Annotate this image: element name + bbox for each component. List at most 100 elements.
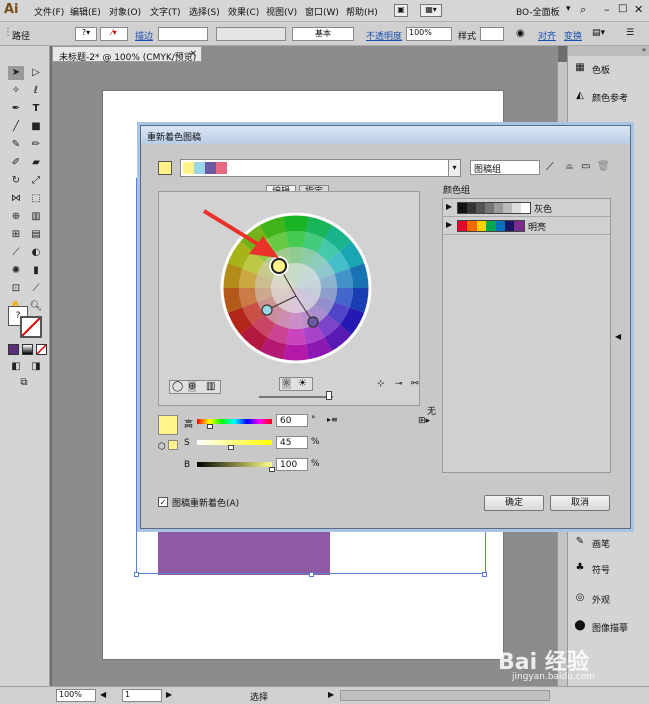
draw-behind-icon[interactable]: ◨ xyxy=(28,360,44,374)
wheel-segment[interactable] xyxy=(286,328,306,345)
brightness-input[interactable]: 100 xyxy=(276,458,308,471)
remove-color-tool-icon[interactable]: ⊸ xyxy=(395,379,403,389)
recolor-artwork-icon[interactable]: ◉ xyxy=(516,28,525,39)
group-color-swatch[interactable] xyxy=(494,203,503,213)
menu-select[interactable]: 选择(S) xyxy=(189,5,220,18)
color-model-icon[interactable]: ⬡ xyxy=(158,442,166,452)
brightness-slider-thumb[interactable] xyxy=(326,391,332,400)
panel-color-guide[interactable]: ◭ 颜色参考 xyxy=(568,86,649,106)
group-color-swatch[interactable] xyxy=(467,221,477,231)
add-color-tool-icon[interactable]: ⊹ xyxy=(377,379,385,389)
selection-handle[interactable] xyxy=(134,572,139,577)
menu-effect[interactable]: 效果(C) xyxy=(228,5,259,18)
status-menu-icon[interactable]: ▶ xyxy=(328,690,334,699)
saturation-input[interactable]: 45 xyxy=(276,436,308,449)
free-transform-tool-icon[interactable]: ⬚ xyxy=(28,192,44,206)
style-select[interactable] xyxy=(480,27,504,41)
arrange-icon[interactable]: ▤▾ xyxy=(592,28,605,38)
gradient-mode-icon[interactable] xyxy=(22,344,33,355)
disclosure-triangle-icon[interactable]: ▶ xyxy=(446,202,452,211)
panel-brushes[interactable]: ✎ 画笔 xyxy=(568,532,649,552)
hsb-menu-icon[interactable]: ▸≡ xyxy=(327,415,338,424)
arrange-docs-icon[interactable]: ▦▾ xyxy=(420,4,442,17)
shape-builder-tool-icon[interactable]: ⊕ xyxy=(8,210,24,224)
chevron-down-icon[interactable]: ▾ xyxy=(448,160,460,176)
saturation-slider-track[interactable] xyxy=(197,440,272,445)
pen-tool-icon[interactable]: ✒ xyxy=(8,102,24,116)
ok-button[interactable]: 确定 xyxy=(484,495,544,511)
color-group-row-bright[interactable]: ▶ 明亮 xyxy=(443,217,610,235)
artboard-tool-icon[interactable]: ⊡ xyxy=(8,282,24,296)
draw-normal-icon[interactable]: ◧ xyxy=(8,360,24,374)
harmony-color-handle[interactable] xyxy=(261,304,273,316)
close-tab-icon[interactable]: × xyxy=(189,49,197,59)
fill-selector[interactable]: ?▾ xyxy=(75,27,97,41)
search-icon[interactable]: ⌕ xyxy=(580,3,586,17)
groups-collapse-arrow-icon[interactable]: ◀ xyxy=(615,332,621,341)
hue-input[interactable]: 60 xyxy=(276,414,308,427)
scale-tool-icon[interactable]: ⤢ xyxy=(28,174,44,188)
stroke-selector[interactable]: ⁄▾ xyxy=(100,27,128,41)
stroke-label[interactable]: 描边 xyxy=(135,29,153,42)
group-color-swatch[interactable] xyxy=(458,221,468,231)
harmony-color-handle[interactable] xyxy=(307,316,319,328)
menu-view[interactable]: 视图(V) xyxy=(266,5,297,18)
stroke-swatch[interactable] xyxy=(20,316,42,338)
brush-preset-select[interactable]: 基本 xyxy=(292,27,354,41)
opacity-label[interactable]: 不透明度 xyxy=(366,29,402,42)
perspective-grid-tool-icon[interactable]: ▥ xyxy=(28,210,44,224)
align-label[interactable]: 对齐 xyxy=(538,29,556,42)
blob-brush-tool-icon[interactable]: ✐ xyxy=(8,156,24,170)
segmented-wheel-icon[interactable]: ⊛ xyxy=(188,381,197,392)
link-harmony-icon[interactable]: ⚯ xyxy=(411,379,419,389)
group-color-swatch[interactable] xyxy=(485,203,494,213)
smooth-wheel-icon[interactable]: ◯ xyxy=(172,381,183,392)
group-color-swatch[interactable] xyxy=(486,221,496,231)
column-graph-tool-icon[interactable]: ▮ xyxy=(28,264,44,278)
group-color-swatch[interactable] xyxy=(476,221,487,231)
hue-slider-thumb[interactable] xyxy=(206,424,213,429)
saturation-slider-thumb[interactable] xyxy=(227,445,234,450)
group-color-swatch[interactable] xyxy=(503,203,512,213)
cancel-button[interactable]: 取消 xyxy=(550,495,610,511)
strip-swatch-cyan[interactable] xyxy=(194,162,205,174)
harmony-name-field[interactable]: 图稿组 xyxy=(470,160,540,175)
panel-symbols[interactable]: ♣ 符号 xyxy=(568,558,649,578)
eyedropper-icon[interactable]: ⟋ xyxy=(546,160,554,174)
group-color-swatch[interactable] xyxy=(504,221,515,231)
chevron-down-icon[interactable]: ▾ xyxy=(566,4,571,14)
strip-swatch-pink[interactable] xyxy=(216,162,227,174)
group-color-swatch[interactable] xyxy=(514,221,524,231)
next-artboard-icon[interactable]: ▶ xyxy=(166,690,172,699)
menu-help[interactable]: 帮助(H) xyxy=(346,5,378,18)
artboard-select[interactable]: 1 xyxy=(122,689,162,702)
rectangle-tool-icon[interactable]: ■ xyxy=(28,120,44,134)
show-brightness-icon[interactable]: ☼ xyxy=(282,378,291,389)
group-color-swatch[interactable] xyxy=(521,203,530,213)
stroke-weight-input[interactable] xyxy=(158,27,208,41)
opacity-input[interactable]: 100% xyxy=(406,27,452,41)
selection-tool-icon[interactable]: ➤ xyxy=(8,66,24,80)
transform-label[interactable]: 变换 xyxy=(564,29,582,42)
panel-menu-icon[interactable]: ☰ xyxy=(626,28,634,38)
gradient-tool-icon[interactable]: ▤ xyxy=(28,228,44,242)
menu-window[interactable]: 窗口(W) xyxy=(305,5,339,18)
group-color-swatch[interactable] xyxy=(467,203,476,213)
close-icon[interactable]: ✕ xyxy=(634,3,643,16)
selection-handle[interactable] xyxy=(309,572,314,577)
strip-swatch-violet[interactable] xyxy=(205,162,216,174)
eyedropper-tool-icon[interactable]: ⟋ xyxy=(8,246,24,260)
workspace-switcher[interactable]: BO-全面板 xyxy=(516,5,560,18)
delete-icon[interactable]: 🗑︎ xyxy=(597,161,610,172)
slice-tool-icon[interactable]: ⟋ xyxy=(28,282,44,296)
type-tool-icon[interactable]: T xyxy=(28,102,44,116)
panel-appearance[interactable]: ◎ 外观 xyxy=(568,588,649,608)
none-mode-icon[interactable] xyxy=(36,344,47,355)
menu-file[interactable]: 文件(F) xyxy=(34,5,64,18)
direct-selection-tool-icon[interactable]: ▷ xyxy=(28,66,44,80)
screen-mode-icon[interactable]: ⧉ xyxy=(16,376,32,390)
eraser-tool-icon[interactable]: ▰ xyxy=(28,156,44,170)
small-color-swatch[interactable] xyxy=(168,440,178,450)
strip-swatch-yellow[interactable] xyxy=(183,162,194,174)
brightness-hsb-slider-thumb[interactable] xyxy=(269,467,275,472)
